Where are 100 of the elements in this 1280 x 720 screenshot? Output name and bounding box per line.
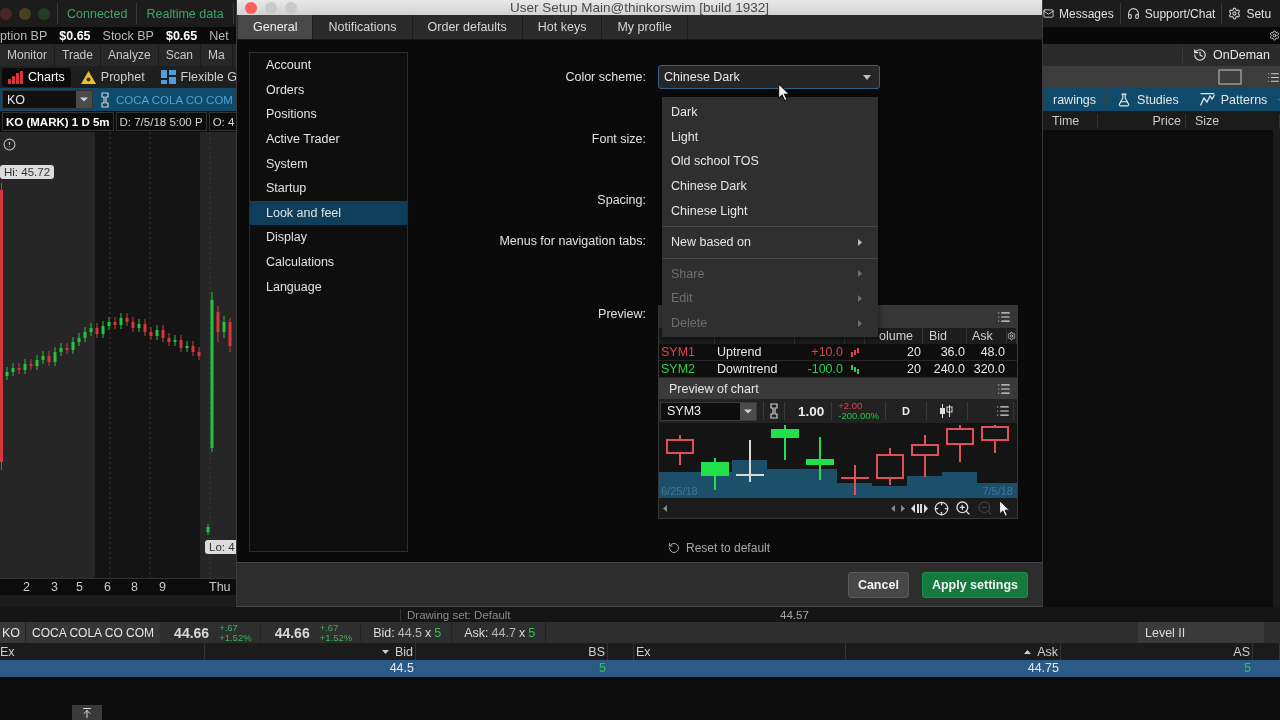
- window-title: User Setup Main@thinkorswim [build 1932]: [509, 0, 770, 15]
- step-right-icon[interactable]: [901, 504, 905, 512]
- change-cell-text: +10.0: [810, 345, 844, 359]
- candle: [735, 439, 765, 483]
- toolbar-button[interactable]: Studies: [1107, 92, 1189, 107]
- candle: [666, 434, 694, 466]
- column-header[interactable]: Ex: [634, 643, 846, 660]
- pointer-icon[interactable]: [999, 499, 1011, 517]
- candlestick-icon[interactable]: [939, 404, 955, 418]
- menu-item[interactable]: Old school TOS: [662, 149, 878, 174]
- dropdown-caret-icon[interactable]: [740, 402, 756, 420]
- column-header[interactable]: Size: [1186, 113, 1280, 128]
- sub-tab[interactable]: Flexible G: [154, 67, 236, 87]
- rectangle-icon[interactable]: [1218, 68, 1242, 86]
- sidebar-item[interactable]: Orders: [250, 77, 407, 103]
- ask-size: 5: [528, 625, 536, 640]
- zoom-in-icon[interactable]: [955, 500, 971, 516]
- menu-item[interactable]: Dark: [662, 100, 878, 125]
- sidebar-item[interactable]: Language: [250, 274, 407, 299]
- column-header[interactable]: BS: [416, 643, 608, 660]
- sidebar-item[interactable]: Look and feel: [250, 200, 407, 226]
- pan-arrows-icon[interactable]: [911, 502, 928, 514]
- percent-change: +1.52%: [219, 632, 252, 642]
- apply-button[interactable]: Apply settings: [921, 571, 1028, 598]
- tab[interactable]: Order defaults: [412, 15, 523, 39]
- menu-item[interactable]: Light: [662, 124, 878, 150]
- axis-label: 9: [159, 580, 166, 594]
- panel-tab[interactable]: Level II: [1138, 622, 1264, 643]
- dropdown-caret-icon[interactable]: [76, 91, 92, 108]
- menu-item[interactable]: Chinese Light: [662, 198, 878, 223]
- scroll-top-button[interactable]: [72, 705, 102, 720]
- column-header[interactable]: Ask: [846, 643, 1061, 660]
- header-link[interactable]: Setu: [1222, 6, 1272, 21]
- sidebar-item[interactable]: System: [250, 151, 407, 176]
- mark-price: 44.66: [273, 624, 311, 641]
- sidebar-item[interactable]: Positions: [250, 102, 407, 127]
- column-header[interactable]: Bid: [205, 643, 416, 660]
- toolbar-button[interactable]: rawings: [1043, 92, 1107, 107]
- mini-bars-icon: [850, 364, 860, 374]
- sub-tab[interactable]: Charts: [2, 67, 71, 87]
- scrollbar[interactable]: [0, 595, 236, 607]
- candle: [53, 346, 57, 367]
- net-change: +2.00: [838, 401, 864, 411]
- settings-icon[interactable]: [1228, 7, 1242, 20]
- zigzag-icon: [1199, 93, 1215, 106]
- bracket-icon[interactable]: [101, 91, 109, 108]
- menu-item[interactable]: Chinese Dark: [662, 173, 878, 199]
- candle: [101, 320, 105, 339]
- header-link[interactable]: Support/Chat: [1120, 6, 1222, 21]
- tab[interactable]: General: [238, 15, 314, 39]
- candle: [155, 324, 159, 341]
- menu-item[interactable]: New based on: [662, 229, 878, 255]
- table-row[interactable]: 44.5 5: [0, 660, 634, 677]
- crosshair-icon[interactable]: [934, 500, 949, 516]
- column-header[interactable]: AS: [1061, 643, 1253, 660]
- symbol-field[interactable]: KO: [2, 90, 93, 109]
- column-header[interactable]: Ex: [0, 643, 205, 660]
- candle: [107, 316, 111, 331]
- headset-icon[interactable]: [1126, 7, 1140, 20]
- balance-value: $0.65: [165, 28, 198, 43]
- envelope-icon[interactable]: [1043, 8, 1054, 19]
- table-row[interactable]: 44.75 5: [634, 660, 1280, 677]
- step-left-icon[interactable]: [891, 504, 895, 512]
- settings-icon[interactable]: [1269, 30, 1280, 41]
- sidebar-item[interactable]: Active Trader: [250, 126, 407, 152]
- scroll-left-icon[interactable]: [663, 504, 667, 512]
- tab[interactable]: Notifications: [313, 15, 413, 39]
- color-scheme-dropdown[interactable]: Chinese Dark: [658, 65, 880, 89]
- column-header[interactable]: Price: [1098, 113, 1186, 128]
- chart-title: KO (MARK) 1 D 5m: [2, 112, 114, 131]
- tab[interactable]: Hot keys: [522, 15, 603, 39]
- header-link[interactable]: Messages: [1043, 6, 1120, 21]
- bracket-icon[interactable]: [770, 403, 778, 419]
- sidebar-item[interactable]: Calculations: [250, 249, 407, 275]
- sub-tab[interactable]: Prophet: [74, 67, 151, 87]
- net-change: +.67: [219, 623, 239, 633]
- column-header[interactable]: Time: [1043, 113, 1098, 128]
- ask-cell-text: 48.0: [979, 345, 1006, 359]
- last-price: 1.00: [797, 403, 826, 419]
- tab[interactable]: My profile: [602, 15, 688, 39]
- info-icon[interactable]: [3, 138, 16, 151]
- toolbar-button[interactable]: Patterns: [1189, 92, 1278, 107]
- reset-button[interactable]: Reset to default: [668, 541, 771, 555]
- settings-icon[interactable]: [1007, 331, 1016, 341]
- period-button[interactable]: D: [885, 405, 926, 417]
- cancel-button[interactable]: Cancel: [847, 571, 909, 598]
- sidebar-item[interactable]: Account: [250, 53, 407, 78]
- drawing-set-dropdown[interactable]: Drawing set: Default: [400, 608, 518, 621]
- candle: [47, 350, 51, 367]
- list-icon[interactable]: [996, 404, 1010, 418]
- symbol-field[interactable]: SYM3: [660, 401, 757, 421]
- candle: [981, 424, 1009, 454]
- candle: [911, 434, 939, 478]
- list-icon[interactable]: [997, 310, 1011, 324]
- list-icon[interactable]: [997, 381, 1011, 396]
- submenu-arrow-icon: [858, 238, 862, 246]
- candle: [161, 324, 165, 343]
- list-icon[interactable]: [1267, 70, 1280, 84]
- sidebar-item[interactable]: Startup: [250, 175, 407, 201]
- sidebar-item[interactable]: Display: [250, 225, 407, 250]
